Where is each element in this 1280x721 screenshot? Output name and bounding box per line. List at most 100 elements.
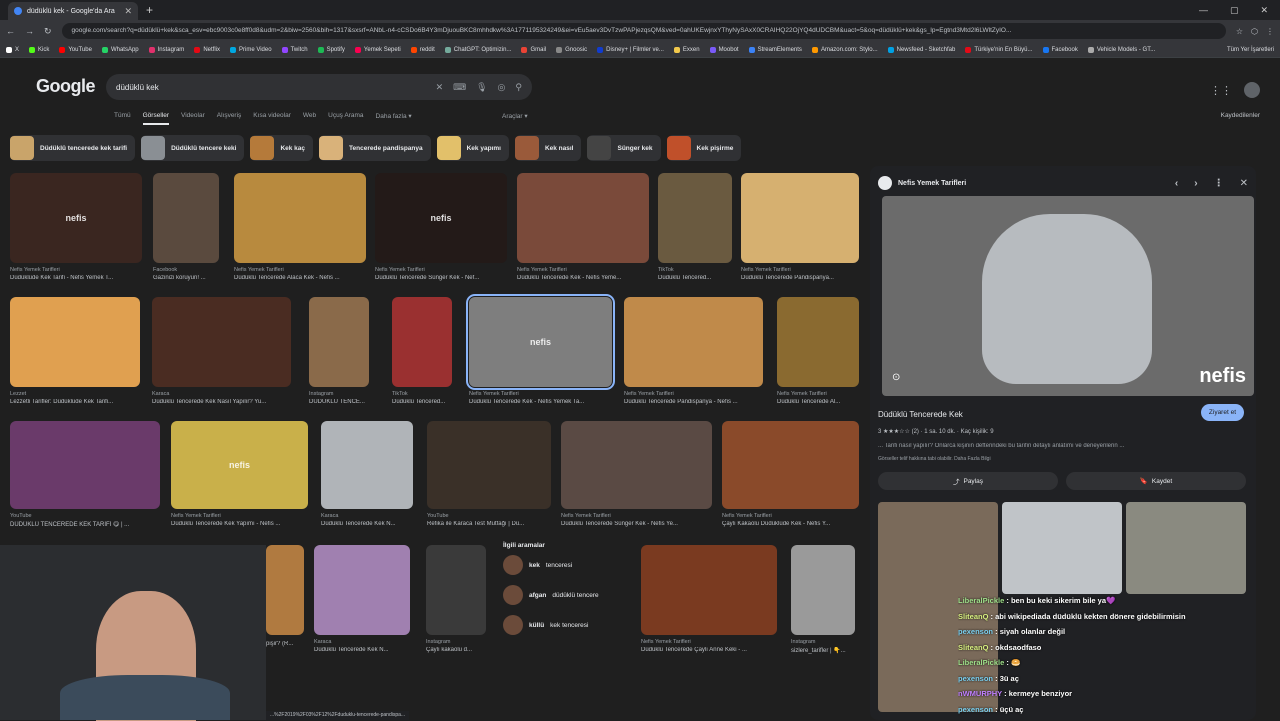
result-thumbnail[interactable] [10, 421, 160, 509]
result-thumbnail[interactable] [624, 297, 763, 387]
image-result[interactable]: TikTok Düdüklü Tencered... [658, 173, 732, 281]
refinement-chip[interactable]: Düdüklü tencere keki [141, 135, 245, 161]
reload-icon[interactable]: ↻ [44, 26, 52, 37]
panel-title[interactable]: Düdüklü Tencerede Kek [878, 410, 963, 419]
image-result[interactable]: Nefis Yemek Tarifleri Düdüklü Tencerede K… [517, 173, 649, 281]
image-result[interactable]: Nefis Yemek Tarifleri Düdüklü Tencerede A… [234, 173, 366, 281]
result-title[interactable]: Düdüklü Tencered... [658, 275, 732, 281]
result-title[interactable]: Düdüklü Tencerede Kek Nasıl Yapılır? Yu.… [152, 399, 291, 405]
result-thumbnail[interactable] [309, 297, 369, 387]
tools-menu[interactable]: Araçlar ▾ [502, 112, 528, 120]
close-icon[interactable]: ✕ [1240, 178, 1248, 189]
result-title[interactable]: Düdüklü Tencerede Sünger Kek - Nefis Ye.… [561, 521, 712, 527]
search-box[interactable]: düdüklü kek ✕ ⌨ 🎙 ◎ ⚲ [106, 74, 532, 100]
result-title[interactable]: Düdüklü Tencerede Alaca Kek - Nefis ... [234, 275, 366, 281]
microphone-icon[interactable]: 🎙 [476, 82, 487, 93]
result-title[interactable]: Gazinizi koruyun! ... [153, 275, 219, 281]
bookmark-item[interactable]: Newsfeed - Sketchfab [887, 46, 955, 53]
bookmark-item[interactable]: Türkiye'nin En Büyü... [965, 46, 1033, 53]
bookmark-item[interactable]: Gnoosic [556, 46, 587, 53]
bookmark-item[interactable]: Vehicle Models - GT... [1087, 46, 1155, 53]
bookmark-item[interactable]: Kick [29, 46, 49, 53]
image-result[interactable]: Karaca Düdüklü Tencerede Kek N... [314, 545, 410, 653]
url-field[interactable]: google.com/search?q=düdüklü+kek&sca_esv=… [61, 23, 1226, 39]
image-result[interactable]: Nefis Yemek Tarifleri Düdüklü Tencerede A… [777, 297, 859, 405]
result-thumbnail[interactable] [791, 545, 855, 635]
search-icon[interactable]: ⚲ [515, 82, 522, 93]
image-result[interactable]: Nefis Yemek Tarifleri Düdüklü Tencerede Ç… [641, 545, 777, 653]
bookmark-item[interactable]: YouTube [59, 46, 92, 53]
tab-1[interactable]: Görseller [142, 112, 169, 125]
image-result[interactable]: Nefis Yemek Tarifleri Düdüklü Tencerede P… [741, 173, 859, 281]
close-tab-icon[interactable]: ✕ [124, 6, 132, 17]
refinement-chip[interactable]: Kek kaç [250, 135, 314, 161]
result-title[interactable]: pişir? (R... [266, 641, 304, 647]
result-title[interactable]: Düdüklü Tencerede Al... [777, 399, 859, 405]
saved-link[interactable]: Kaydedilenler [1221, 112, 1260, 119]
more-icon[interactable]: ⋮ [1214, 178, 1224, 189]
bookmark-item[interactable]: WhatsApp [101, 46, 139, 53]
result-title[interactable]: Düdüklüde Kek Tarifi - Nefis Yemek T... [10, 275, 142, 281]
back-icon[interactable]: ← [6, 26, 15, 36]
result-thumbnail[interactable] [561, 421, 712, 509]
all-bookmarks[interactable]: Tüm Yer İşaretleri [1227, 47, 1274, 53]
result-thumbnail[interactable] [722, 421, 859, 509]
result-thumbnail[interactable] [426, 545, 486, 635]
image-result[interactable]: nefis Nefis Yemek Tarifleri Düdüklü Tencer… [375, 173, 507, 281]
maximize-icon[interactable]: ▢ [1230, 5, 1239, 16]
result-thumbnail[interactable] [427, 421, 551, 509]
result-title[interactable]: Düdüklü Tencerede Kek - Nefis Yeme... [517, 275, 649, 281]
result-title[interactable]: Düdüklü Tencerede Kek Yapımı - Nefis ... [171, 521, 308, 527]
result-thumbnail[interactable] [10, 297, 140, 387]
image-result[interactable]: pişir? (R... [266, 545, 304, 647]
image-result[interactable]: Nefis Yemek Tarifleri Düdüklü Tencerede P… [624, 297, 763, 405]
image-result[interactable]: nefis Nefis Yemek Tarifleri Düdüklü Tencer… [171, 421, 308, 527]
lens-icon[interactable]: ◎ [498, 82, 506, 93]
refinement-chip[interactable]: Düdüklü tencerede kek tarifi [10, 135, 136, 161]
result-title[interactable]: Düdüklü Tencerede Sünger Kek - Nef... [375, 275, 507, 281]
next-icon[interactable]: › [1194, 178, 1197, 189]
close-window-icon[interactable]: ✕ [1260, 5, 1268, 16]
preview-image[interactable]: ⊙ nefis [882, 196, 1254, 396]
result-thumbnail[interactable]: nefis [466, 294, 615, 390]
bookmark-item[interactable]: Prime Video [229, 46, 272, 53]
refinement-chip[interactable]: Sünger kek [587, 135, 661, 161]
bookmark-item[interactable]: Twitch [281, 46, 308, 53]
tab-7[interactable]: Daha fazla ▾ [376, 112, 412, 125]
refinement-chip[interactable]: Kek pişirme [666, 135, 742, 161]
visit-button[interactable]: Ziyaret et [1200, 404, 1244, 421]
result-title[interactable]: Düdüklü Tencered... [392, 399, 452, 405]
tab-3[interactable]: Alışveriş [217, 112, 242, 125]
image-result[interactable]: Nefis Yemek Tarifleri Düdüklü Tencerede S… [561, 421, 712, 527]
result-title[interactable]: Çaylı kakaolu d... [426, 647, 486, 653]
minimize-icon[interactable]: — [1199, 5, 1208, 16]
avatar[interactable] [1244, 82, 1260, 98]
result-thumbnail[interactable] [314, 545, 410, 635]
result-title[interactable]: Düdüklü Tencerede Kek N... [314, 647, 410, 653]
bookmark-item[interactable]: StreamElements [748, 46, 802, 53]
save-button[interactable]: 🔖 Kaydet [1066, 472, 1246, 490]
result-title[interactable]: DÜDÜKLÜ TENCEREDE KEK TARİFİ 😋 | ... [10, 521, 160, 528]
result-title[interactable]: Düdüklü Tencerede Çaylı Anne Keki - ... [641, 647, 777, 653]
tab-0[interactable]: Tümü [114, 112, 131, 125]
bookmark-item[interactable]: Amazon.com: Stylo... [811, 46, 878, 53]
forward-icon[interactable]: → [25, 26, 34, 36]
image-result[interactable]: Karaca Düdüklü Tencerede Kek N... [321, 421, 413, 527]
result-thumbnail[interactable] [321, 421, 413, 509]
bookmark-item[interactable]: reddit [410, 46, 435, 53]
lens-search-icon[interactable]: ⊙ [892, 372, 900, 383]
image-result[interactable]: Lezzet Lezzetli Tarifler: Düdüklüde Kek T… [10, 297, 140, 405]
bookmark-item[interactable]: X [6, 46, 19, 53]
result-thumbnail[interactable] [234, 173, 366, 263]
image-result[interactable]: nefis Nefis Yemek Tarifleri Düdüklüde Kek … [10, 173, 142, 281]
bookmark-item[interactable]: Facebook [1042, 46, 1078, 53]
result-thumbnail[interactable] [517, 173, 649, 263]
related-search-item[interactable]: kek tenceresi [503, 555, 631, 575]
result-thumbnail[interactable]: nefis [171, 421, 308, 509]
clear-icon[interactable]: ✕ [436, 82, 444, 93]
result-thumbnail[interactable] [777, 297, 859, 387]
result-title[interactable]: DÜDÜKLÜ TENCE... [309, 399, 369, 405]
related-search-item[interactable]: afgan düdüklü tencere [503, 585, 631, 605]
new-tab-icon[interactable]: + [146, 3, 153, 17]
result-title[interactable]: Lezzetli Tarifler: Düdüklüde Kek Tarifi.… [10, 399, 140, 405]
